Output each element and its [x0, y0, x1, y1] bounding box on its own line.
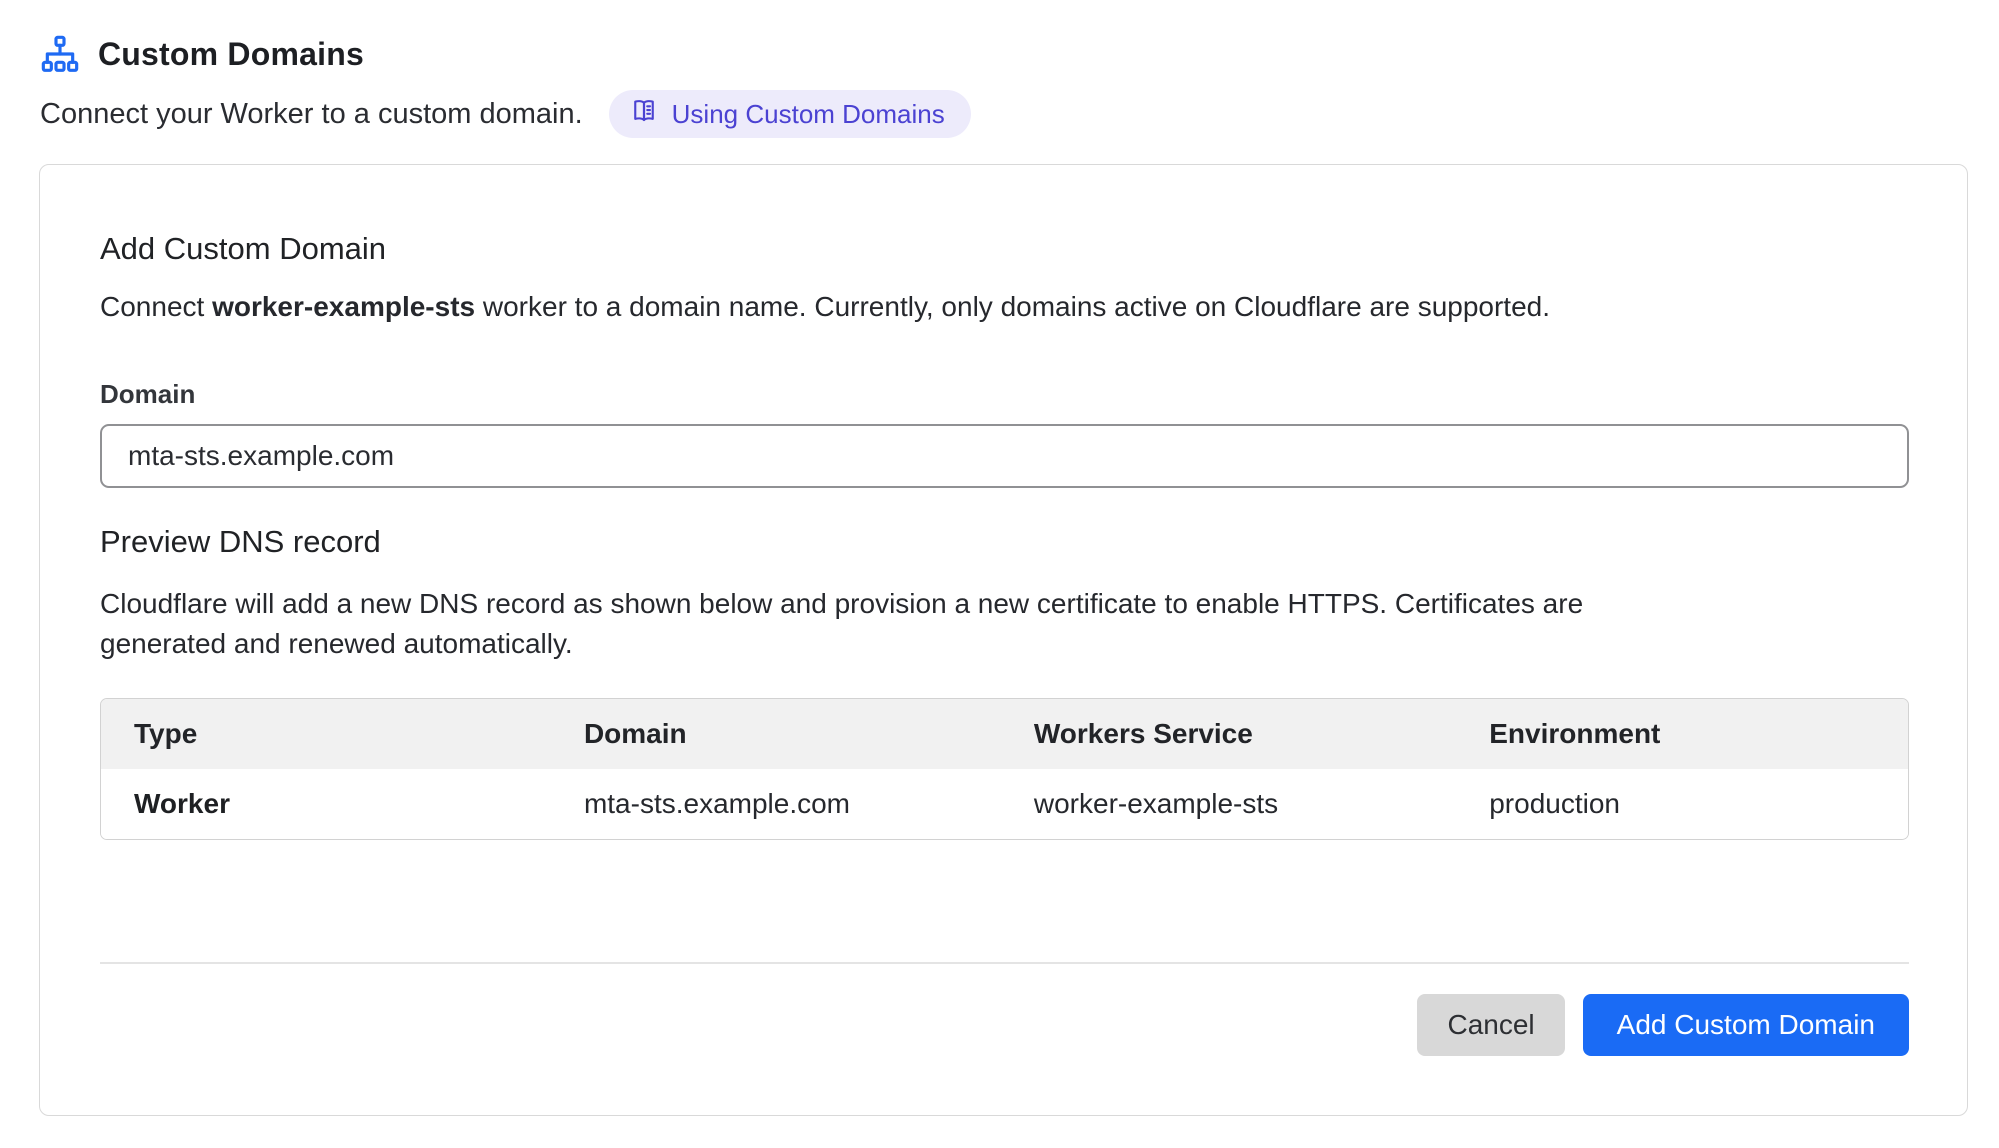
- add-custom-domain-button[interactable]: Add Custom Domain: [1583, 994, 1909, 1056]
- preview-description: Cloudflare will add a new DNS record as …: [100, 584, 1620, 664]
- table-row: Worker mta-sts.example.com worker-exampl…: [101, 769, 1908, 839]
- cancel-button[interactable]: Cancel: [1417, 994, 1564, 1056]
- column-header-workers-service: Workers Service: [1001, 699, 1456, 769]
- title-row: Custom Domains: [40, 34, 1999, 74]
- docs-link-label: Using Custom Domains: [672, 99, 945, 130]
- domain-input[interactable]: [100, 424, 1909, 488]
- cell-type: Worker: [101, 769, 551, 839]
- cell-domain: mta-sts.example.com: [551, 769, 1001, 839]
- preview-heading: Preview DNS record: [100, 524, 1909, 560]
- open-book-icon: [629, 96, 659, 133]
- sitemap-icon: [40, 34, 80, 74]
- card-heading: Add Custom Domain: [100, 231, 1909, 267]
- page-subtitle: Connect your Worker to a custom domain.: [40, 98, 583, 131]
- dns-preview-table: Type Domain Workers Service Environment …: [100, 698, 1909, 840]
- worker-name: worker-example-sts: [212, 291, 475, 322]
- cell-environment: production: [1456, 769, 1908, 839]
- column-header-domain: Domain: [551, 699, 1001, 769]
- page-header: Custom Domains Connect your Worker to a …: [0, 0, 1999, 138]
- domain-field-label: Domain: [100, 379, 1909, 410]
- footer-divider: [100, 962, 1909, 964]
- column-header-type: Type: [101, 699, 551, 769]
- add-custom-domain-card: Add Custom Domain Connect worker-example…: [39, 164, 1968, 1116]
- column-header-environment: Environment: [1456, 699, 1908, 769]
- card-actions: Cancel Add Custom Domain: [100, 994, 1909, 1056]
- cell-workers-service: worker-example-sts: [1001, 769, 1456, 839]
- card-description: Connect worker-example-sts worker to a d…: [100, 291, 1909, 323]
- page-title: Custom Domains: [98, 36, 364, 73]
- docs-link-using-custom-domains[interactable]: Using Custom Domains: [609, 90, 971, 138]
- table-header-row: Type Domain Workers Service Environment: [101, 699, 1908, 769]
